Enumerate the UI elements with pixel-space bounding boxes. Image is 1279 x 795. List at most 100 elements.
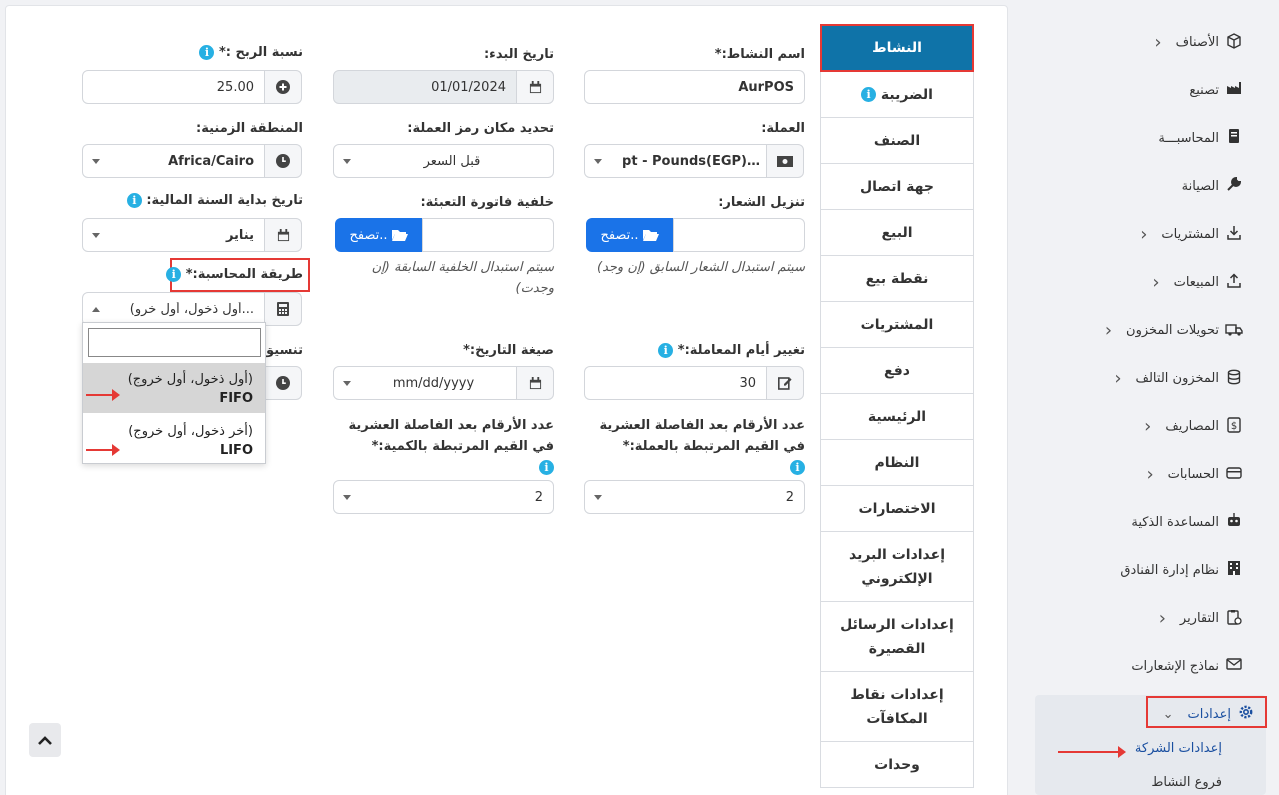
currency-decimals-select[interactable]: 2: [584, 480, 805, 514]
transaction-days-input[interactable]: 30: [584, 366, 767, 400]
chevron-left-icon: ‹: [1158, 608, 1166, 629]
tab-sale[interactable]: البيع: [820, 210, 974, 256]
dollar-icon: $: [1225, 416, 1243, 437]
sidebar-sub-company-settings[interactable]: إعدادات الشركة: [1110, 741, 1222, 756]
dropdown-search-input[interactable]: [88, 328, 261, 357]
info-icon[interactable]: i: [790, 460, 805, 475]
book-icon: [1225, 128, 1243, 148]
info-icon[interactable]: i: [658, 343, 674, 358]
accounting-method-label-wrap: طريقة المحاسبة:* i: [166, 267, 303, 282]
date-format-select[interactable]: mm/dd/yyyy: [333, 366, 517, 400]
tab-system[interactable]: النظام: [820, 440, 974, 486]
wrench-icon: [1225, 176, 1243, 196]
tab-business[interactable]: النشاط: [820, 24, 974, 72]
business-name-input[interactable]: AurPOS: [584, 70, 805, 104]
info-icon[interactable]: i: [199, 45, 215, 60]
sidebar-item[interactable]: الصيانة: [1182, 176, 1243, 196]
tab-reward-points[interactable]: إعدادات نقاط المكافآت: [820, 672, 974, 742]
date-format-label: صيغة التاريخ:*: [463, 343, 554, 358]
info-icon[interactable]: i: [539, 460, 554, 475]
chevron-left-icon: ‹: [1104, 320, 1113, 341]
chevron-left-icon: ‹: [1152, 272, 1160, 293]
sidebar-item[interactable]: تصنيع: [1189, 80, 1243, 100]
tab-tax[interactable]: الضريبة i: [820, 72, 974, 118]
sidebar-sub-branches[interactable]: فروع النشاط: [1110, 775, 1222, 790]
sidebar-item[interactable]: نماذج الإشعارات: [1131, 656, 1243, 676]
info-icon[interactable]: i: [126, 193, 142, 208]
sidebar-item[interactable]: $ المصاريف ‹: [1144, 416, 1243, 437]
chevron-down-icon: [594, 158, 602, 164]
tab-payment[interactable]: دفع: [820, 348, 974, 394]
sidebar-item[interactable]: تحويلات المخزون ‹: [1105, 320, 1243, 341]
sidebar-item[interactable]: الحسابات ‹: [1146, 464, 1243, 485]
sidebar-item[interactable]: المساعدة الذكية: [1131, 512, 1243, 532]
sidebar-item[interactable]: نظام إدارة الفنادق: [1120, 560, 1243, 580]
chevron-left-icon: ‹: [1114, 368, 1122, 389]
dropdown-option-lifo[interactable]: (أخر ذخول، أول خروج) LIFO: [83, 415, 265, 465]
invoice-bg-file-input[interactable]: [422, 218, 554, 252]
scroll-top-button[interactable]: [29, 723, 61, 757]
start-date-label: تاريخ البدء:: [483, 47, 554, 62]
clock-icon: [264, 144, 302, 178]
tab-dashboard[interactable]: الرئيسية: [820, 394, 974, 440]
sidebar-item[interactable]: المحاسبـــة: [1158, 128, 1243, 148]
profit-label: نسبة الربح :*: [218, 45, 303, 60]
profit-input[interactable]: 25.00: [82, 70, 265, 104]
logo-file-input[interactable]: [673, 218, 805, 252]
chevron-down-icon: [594, 494, 602, 500]
factory-icon: [1225, 80, 1243, 100]
info-icon[interactable]: i: [166, 267, 182, 282]
tab-sms-settings[interactable]: إعدادات الرسائل القصيرة: [820, 602, 974, 672]
timezone-select[interactable]: Africa/Cairo: [82, 144, 265, 178]
info-icon: i: [861, 87, 877, 102]
chevron-left-icon: ‹: [1146, 464, 1154, 485]
dropdown-option-fifo[interactable]: (أول ذخول، أول خروج) FIFO: [83, 363, 265, 413]
sidebar-item[interactable]: التقارير ‹: [1159, 608, 1243, 629]
annotation-arrow: [1058, 746, 1126, 758]
truck-icon: [1225, 321, 1243, 341]
accounting-method-dropdown: (أول ذخول، أول خروج) FIFO (أخر ذخول، أول …: [82, 322, 266, 464]
download-icon: [1225, 225, 1243, 245]
tab-purchases[interactable]: المشتريات: [820, 302, 974, 348]
calendar-icon: [516, 366, 554, 400]
sidebar-item-label: المساعدة الذكية: [1131, 514, 1219, 530]
settings-tabs: النشاط الضريبة i الصنف جهة اتصال البيع ن…: [820, 24, 974, 788]
svg-text:$: $: [1231, 421, 1237, 432]
chevron-down-icon: [343, 494, 351, 500]
clock-icon: [264, 366, 302, 400]
tab-units[interactable]: وحدات: [820, 742, 974, 788]
time-format-label: تنسيق: [262, 343, 303, 358]
logo-browse-button[interactable]: تصفح..: [586, 218, 673, 252]
symbol-placement-select[interactable]: قبل السعر: [333, 144, 554, 178]
plus-circle-icon[interactable]: [264, 70, 302, 104]
sidebar-item[interactable]: المخزون التالف ‹: [1114, 368, 1243, 389]
chevron-down-icon: [343, 380, 351, 386]
edit-icon: [766, 366, 804, 400]
accounting-method-select[interactable]: (أول ذخول، أول خرو...: [82, 292, 265, 326]
tab-pos[interactable]: نقطة بيع: [820, 256, 974, 302]
invoice-bg-browse-button[interactable]: تصفح..: [335, 218, 422, 252]
card-icon: [1225, 465, 1243, 485]
tab-shortcuts[interactable]: الاختصارات: [820, 486, 974, 532]
invoice-bg-label: خلفية فاتورة التعبئة:: [420, 195, 554, 210]
tab-email-settings[interactable]: إعدادات البريد الإلكتروني: [820, 532, 974, 602]
sidebar-item-label: الحسابات: [1167, 467, 1219, 482]
currency-select[interactable]: pt - Pounds(EGP)…: [584, 144, 767, 178]
accounting-method-label: طريقة المحاسبة:*: [185, 267, 303, 282]
sidebar-item[interactable]: الأصناف ‹: [1154, 32, 1243, 53]
tab-product[interactable]: الصنف: [820, 118, 974, 164]
clipboard-icon: [1225, 609, 1243, 629]
sidebar-item[interactable]: المشتريات ‹: [1140, 224, 1243, 245]
sidebar-item-settings[interactable]: إعدادات ⌄: [1163, 704, 1255, 724]
tab-contact[interactable]: جهة اتصال: [820, 164, 974, 210]
annotation-arrow: [86, 389, 120, 401]
sidebar-item[interactable]: المبيعات ‹: [1152, 272, 1243, 293]
database-icon: [1225, 369, 1243, 389]
qty-decimals-select[interactable]: 2: [333, 480, 554, 514]
chevron-down-icon: [92, 232, 100, 238]
transaction-days-label: تغيير أيام المعاملة:*: [677, 343, 805, 358]
sidebar-item-label: المخزون التالف: [1135, 371, 1219, 386]
chevron-down-icon: [92, 158, 100, 164]
fy-start-select[interactable]: يناير: [82, 218, 265, 252]
logo-label: تنزيل الشعار:: [718, 195, 805, 210]
